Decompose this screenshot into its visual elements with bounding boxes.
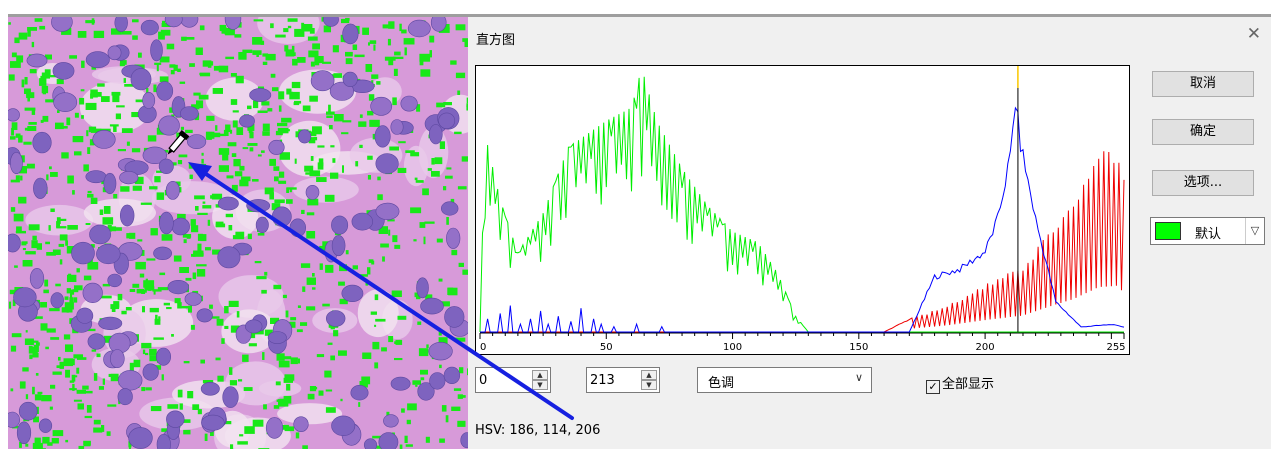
show-all-checkbox[interactable]: ✓ 全部显示: [926, 373, 994, 394]
histogram-tick-label: 50: [600, 342, 613, 353]
histogram-chart[interactable]: 0 50 100 150 200 255: [476, 66, 1129, 354]
chevron-down-icon[interactable]: ▽: [1245, 218, 1264, 244]
histogram-tick-label: 200: [976, 342, 995, 353]
histogram-series-blue: [480, 106, 1125, 333]
range-min-input[interactable]: [479, 371, 513, 389]
stepper-down-icon[interactable]: ▼: [641, 380, 657, 390]
ok-button[interactable]: 确定: [1152, 119, 1254, 145]
show-all-label: 全部显示: [942, 377, 995, 392]
histogram-series-green: [479, 76, 1124, 333]
stepper-down-icon[interactable]: ▼: [532, 380, 548, 390]
tissue-image-panel[interactable]: [8, 17, 468, 449]
histogram-plot[interactable]: 0 50 100 150 200 255: [475, 65, 1130, 355]
stepper-up-icon[interactable]: ▲: [641, 370, 657, 380]
histogram-dialog: 直方图 ✕ 0 50 100 150 200 255 取消 确定 选项... 默认 ▽ ▲…: [468, 17, 1271, 449]
mode-dropdown-label: 色调: [708, 376, 735, 391]
hsv-readout: HSV: 186, 114, 206: [475, 423, 601, 438]
color-dropdown-label: 默认: [1195, 227, 1222, 242]
options-button[interactable]: 选项...: [1152, 170, 1254, 196]
tissue-image[interactable]: [8, 17, 468, 449]
cancel-button[interactable]: 取消: [1152, 71, 1254, 97]
dialog-title: 直方图: [476, 33, 516, 48]
color-dropdown[interactable]: 默认 ▽: [1150, 217, 1265, 245]
color-swatch: [1155, 222, 1181, 240]
histogram-tick-label: 100: [723, 342, 742, 353]
histogram-tick-label: 255: [1106, 342, 1125, 353]
chevron-down-icon[interactable]: ∨: [855, 371, 863, 384]
range-max-stepper[interactable]: ▲ ▼: [586, 367, 660, 393]
close-icon[interactable]: ✕: [1247, 24, 1261, 44]
range-min-stepper[interactable]: ▲ ▼: [475, 367, 551, 393]
histogram-tick-label: 0: [480, 342, 486, 353]
stepper-up-icon[interactable]: ▲: [532, 370, 548, 380]
histogram-tick-label: 150: [849, 342, 868, 353]
range-max-input[interactable]: [590, 371, 624, 389]
mode-dropdown[interactable]: 色调 ∨: [697, 367, 872, 393]
checkbox-check-icon[interactable]: ✓: [926, 380, 940, 394]
